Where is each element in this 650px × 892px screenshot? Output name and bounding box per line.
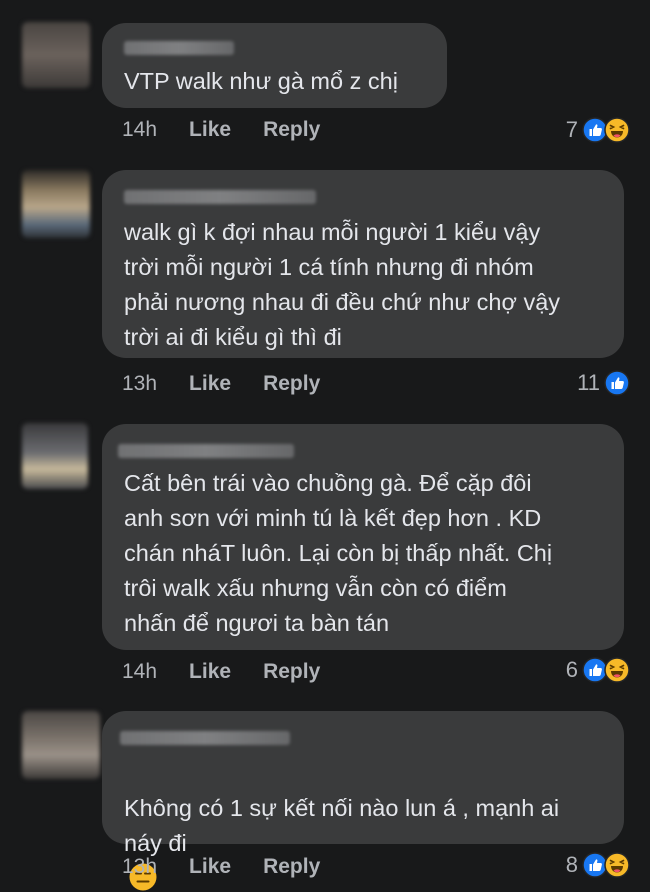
comment-bubble: VTP walk như gà mổ z chị <box>102 23 447 108</box>
like-button[interactable]: Like <box>189 118 231 142</box>
avatar[interactable] <box>22 22 90 88</box>
reply-button[interactable]: Reply <box>263 660 320 684</box>
reaction-count: 7 <box>565 117 578 142</box>
comment-text: walk gì k đợi nhau mỗi người 1 kiểu vậy … <box>124 219 561 350</box>
comment-text-content: Không có 1 sự kết nối nào lun á , mạnh a… <box>124 795 560 856</box>
avatar[interactable] <box>22 170 90 238</box>
comment-timestamp[interactable]: 13h <box>122 372 157 396</box>
avatar[interactable] <box>22 423 88 489</box>
comment-text: VTP walk như gà mổ z chị <box>124 68 398 94</box>
like-button[interactable]: Like <box>189 372 231 396</box>
comment-bubble: Không có 1 sự kết nối nào lun á , mạnh a… <box>102 711 624 891</box>
comment-timestamp[interactable]: 14h <box>122 118 157 142</box>
comment-author-name[interactable] <box>118 444 294 458</box>
haha-icon <box>604 117 630 143</box>
comment-meta: 13h Like Reply <box>122 855 352 879</box>
reaction-count: 11 <box>577 370 600 395</box>
reply-button[interactable]: Reply <box>263 372 320 396</box>
comment-author-name[interactable] <box>124 41 234 55</box>
reaction-summary[interactable]: 7 <box>566 117 630 143</box>
comment-meta: 14h Like Reply <box>122 660 352 684</box>
reply-button[interactable]: Reply <box>263 855 320 879</box>
comment-bubble: walk gì k đợi nhau mỗi người 1 kiểu vậy … <box>102 170 624 358</box>
reaction-summary[interactable]: 8 <box>566 852 630 878</box>
reaction-count: 8 <box>565 852 578 877</box>
haha-icon <box>604 657 630 683</box>
comment-text: Cất bên trái vào chuồng gà. Để cặp đôi a… <box>124 470 553 636</box>
like-icon <box>604 370 630 396</box>
comment-bubble: Cất bên trái vào chuồng gà. Để cặp đôi a… <box>102 424 624 650</box>
comment-author-name[interactable] <box>124 190 316 204</box>
avatar[interactable] <box>22 711 100 779</box>
comment-author-name[interactable] <box>120 731 290 745</box>
haha-icon <box>604 852 630 878</box>
comment-timestamp[interactable]: 13h <box>122 855 157 879</box>
reaction-summary[interactable]: 11 <box>577 370 630 396</box>
reply-button[interactable]: Reply <box>263 118 320 142</box>
reaction-summary[interactable]: 6 <box>566 657 630 683</box>
like-button[interactable]: Like <box>189 660 231 684</box>
comment-timestamp[interactable]: 14h <box>122 660 157 684</box>
comment-meta: 14h Like Reply <box>122 118 352 142</box>
comment-meta: 13h Like Reply <box>122 372 352 396</box>
reaction-count: 6 <box>565 657 578 682</box>
like-button[interactable]: Like <box>189 855 231 879</box>
